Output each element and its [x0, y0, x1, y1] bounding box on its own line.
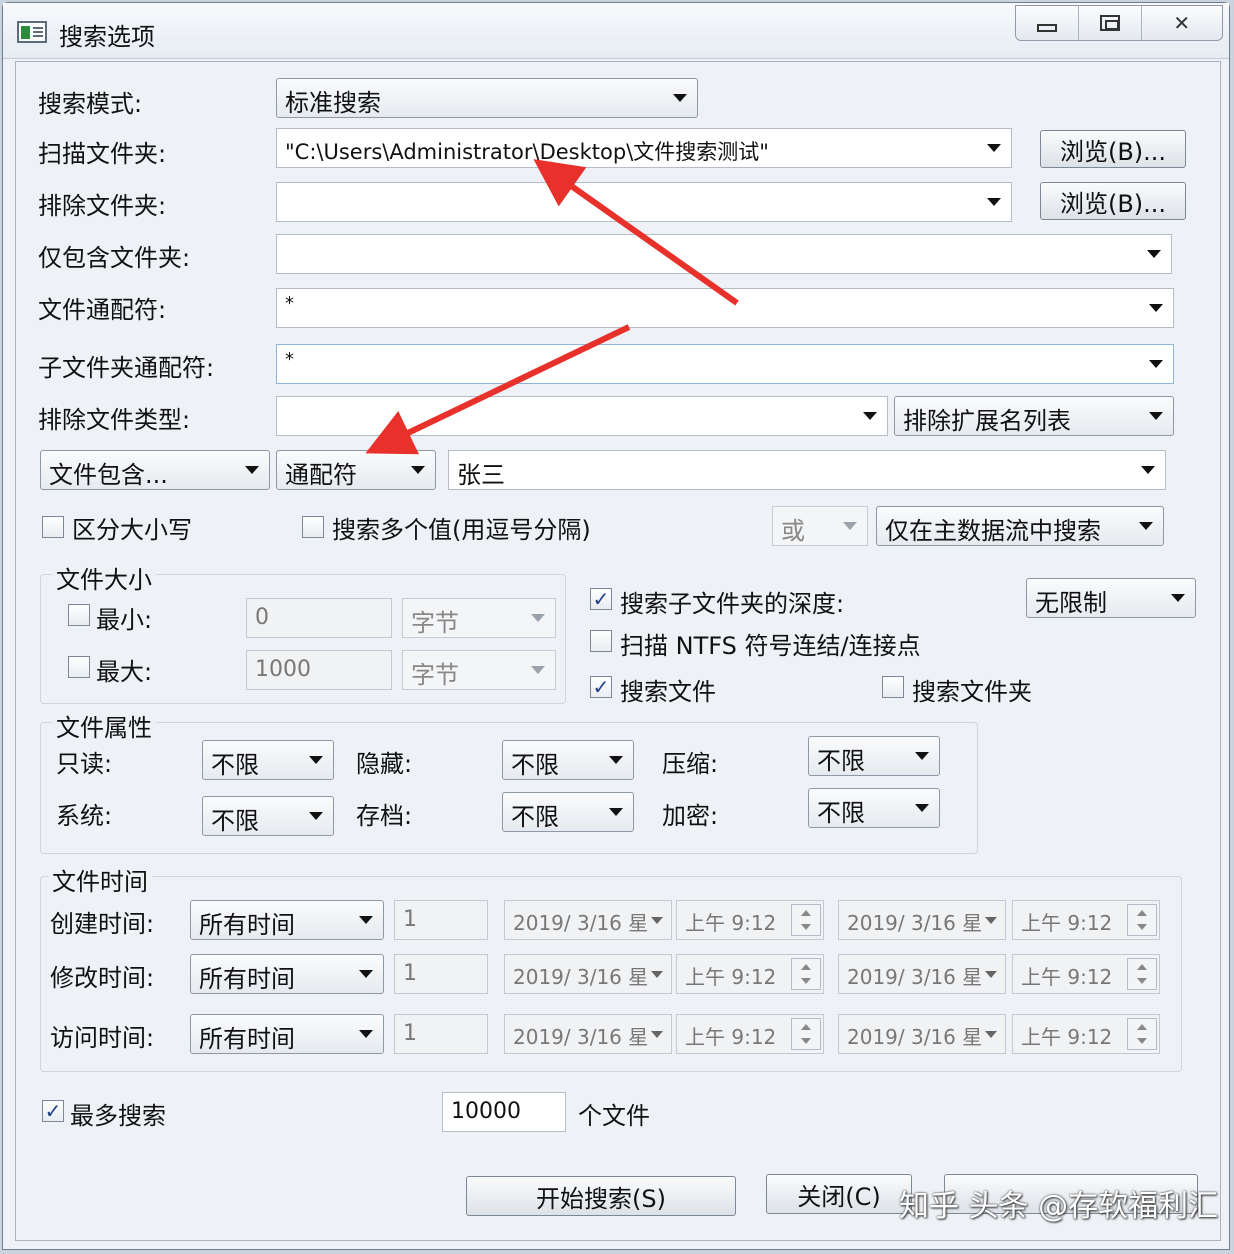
annotation-arrows — [365, 159, 739, 455]
search-options-window: 搜索选项 ✕ 搜索模式: 标准搜索 扫描文件夹: "C:\Users\Admin… — [2, 2, 1230, 1250]
arrow-to-wildcard — [365, 324, 631, 455]
arrow-to-scan-folder — [533, 159, 739, 306]
watermark: 知乎 头条 @存软福利汇 — [899, 1189, 1219, 1224]
